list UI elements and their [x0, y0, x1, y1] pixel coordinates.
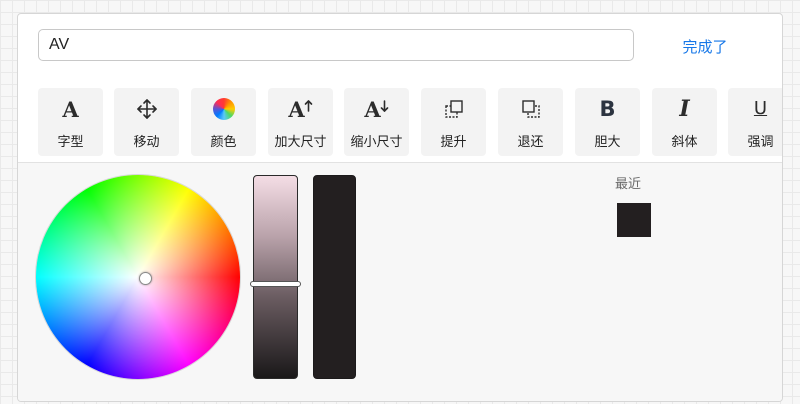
font-icon: A — [62, 96, 79, 122]
bring-forward-icon — [444, 100, 463, 118]
text-editor-panel: 完成了 A 字型 移动 颜色 — [17, 13, 783, 402]
italic-button[interactable]: I 斜体 — [652, 88, 717, 156]
done-button[interactable]: 完成了 — [670, 34, 740, 58]
increase-size-label: 加大尺寸 — [274, 135, 327, 150]
shade-slider-handle[interactable] — [250, 281, 301, 287]
italic-icon: I — [679, 96, 690, 122]
shade-slider[interactable] — [250, 175, 301, 379]
underline-label: 强调 — [747, 135, 774, 150]
bold-label: 胆大 — [594, 135, 621, 150]
color-button[interactable]: 颜色 — [191, 88, 256, 156]
font-label: 字型 — [57, 135, 84, 150]
recent-color-swatch[interactable] — [617, 203, 651, 237]
decrease-size-button[interactable]: A 缩小尺寸 — [344, 88, 409, 156]
current-color-swatch — [313, 175, 356, 379]
move-arrows-icon — [136, 99, 157, 119]
underline-icon: U — [753, 98, 768, 119]
send-backward-icon — [521, 100, 540, 118]
text-input[interactable] — [38, 29, 634, 61]
move-label: 移动 — [133, 135, 160, 150]
bold-icon: B — [599, 96, 616, 121]
send-backward-button[interactable]: 退还 — [498, 88, 563, 156]
decrease-size-label: 缩小尺寸 — [350, 135, 403, 150]
color-wheel-handle[interactable] — [139, 272, 152, 285]
increase-size-icon: A — [288, 99, 312, 120]
bring-forward-button[interactable]: 提升 — [421, 88, 486, 156]
color-palette-icon — [212, 98, 235, 120]
underline-button[interactable]: U 强调 — [728, 88, 782, 156]
text-toolbar: A 字型 移动 颜色 A 加大尺寸 A 缩小尺寸 提升 退还 B 胆大 I 斜体… — [18, 88, 782, 163]
italic-label: 斜体 — [671, 135, 698, 150]
move-button[interactable]: 移动 — [114, 88, 179, 156]
decrease-size-icon: A — [364, 99, 388, 120]
bold-button[interactable]: B 胆大 — [575, 88, 640, 156]
color-picker-area: 最近 — [18, 163, 782, 401]
recent-colors-label: 最近 — [614, 177, 641, 192]
color-wheel[interactable] — [36, 175, 240, 379]
color-label: 颜色 — [210, 135, 237, 150]
bring-forward-label: 提升 — [440, 135, 467, 150]
font-button[interactable]: A 字型 — [38, 88, 103, 156]
increase-size-button[interactable]: A 加大尺寸 — [268, 88, 333, 156]
send-backward-label: 退还 — [517, 135, 544, 150]
